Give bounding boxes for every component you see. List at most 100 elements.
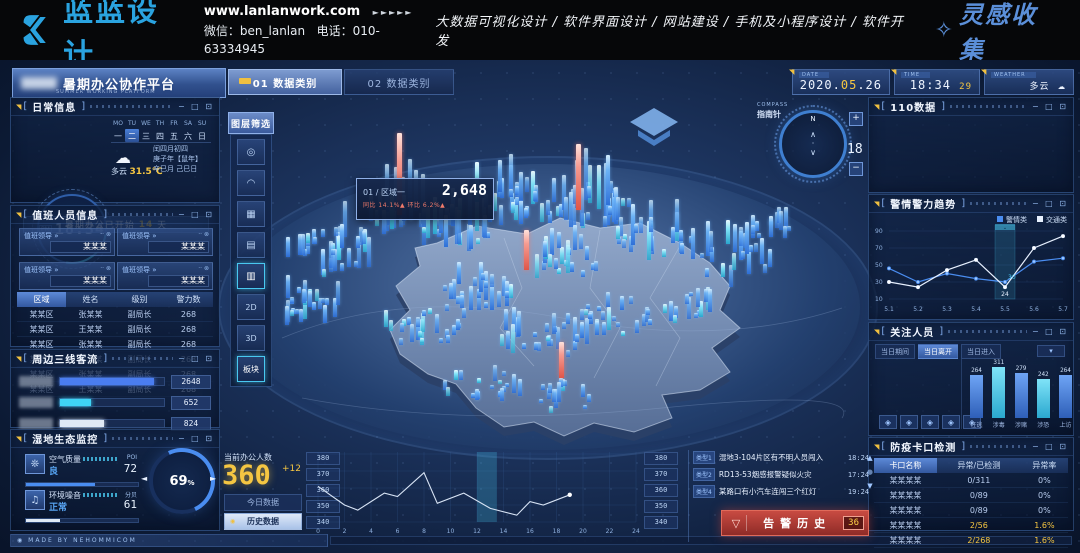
svg-text:16: 16: [526, 528, 534, 535]
compass-ring[interactable]: N ∧·∨: [779, 110, 847, 178]
weekday-cn[interactable]: 三: [139, 129, 153, 142]
checkpoint-col-header[interactable]: 异常/已检测: [937, 458, 1021, 473]
air-unit: POI: [127, 454, 137, 461]
office-count-value: 360: [222, 460, 271, 491]
window-icons[interactable]: − □ ⊡: [178, 210, 214, 219]
focus-bar: 242涉恐: [1035, 371, 1052, 429]
weekday-cn[interactable]: 日: [195, 129, 209, 142]
window-icons[interactable]: − □ ⊡: [178, 102, 214, 111]
layer-button-bar-chart[interactable]: ▥: [237, 263, 265, 289]
duty-card[interactable]: 值班领导 »·· ⊗某某某: [19, 262, 115, 290]
duty-card[interactable]: 值班领导 »·· ⊗某某某: [117, 228, 213, 256]
layer-button-cluster[interactable]: ▦: [237, 201, 265, 227]
inspiration-collect[interactable]: ✧ 灵感收集: [935, 0, 1060, 65]
svg-text:10: 10: [447, 528, 455, 535]
weekday-cn[interactable]: 五: [167, 129, 181, 142]
map-land[interactable]: [242, 168, 852, 458]
svg-text:8: 8: [422, 528, 426, 535]
traffic-bar-row: 652: [19, 395, 211, 410]
layer-button-3d[interactable]: 3D: [237, 325, 265, 351]
wechat-id: 微信：ben_lanlan: [204, 24, 305, 38]
window-icons[interactable]: − □ ⊡: [1032, 102, 1068, 111]
table-row[interactable]: 某某某某0/890%: [874, 488, 1068, 503]
duty-card[interactable]: 值班领导 »·· ⊗某某某: [117, 262, 213, 290]
traffic-bar-track: [59, 377, 165, 386]
layer-button-radar[interactable]: ◠: [237, 170, 265, 196]
zoom-out-button[interactable]: −: [849, 162, 863, 176]
compass-widget: COMPASS 指南针 N ∧·∨ + − 18: [755, 100, 867, 204]
history-data-button[interactable]: ◉历史数据: [224, 513, 302, 530]
duty-col-header[interactable]: 警力数: [164, 292, 213, 307]
window-icons[interactable]: − □ ⊡: [1032, 199, 1068, 208]
panel-duty-info: ◥[值班人员信息]− □ ⊡ 值班领导 »·· ⊗某某某值班领导 »·· ⊗某某…: [10, 205, 220, 347]
window-icons[interactable]: − □ ⊡: [1032, 327, 1068, 336]
table-row[interactable]: 某某区王某某副局长268: [17, 322, 213, 337]
focus-tab[interactable]: 当日期间: [875, 344, 915, 359]
checkpoint-col-header[interactable]: 卡口名称: [874, 458, 937, 473]
zoom-in-button[interactable]: +: [849, 112, 863, 126]
table-row[interactable]: 某某某某2/2681.6%: [874, 533, 1068, 548]
panel-checkpoint: ◥[防疫卡口检测]− □ ⊡ 卡口名称异常/已检测异常率某某某某0/3110%某…: [868, 437, 1074, 531]
layer-button-sector[interactable]: 板块: [237, 356, 265, 382]
focus-tab[interactable]: 当日离开: [918, 344, 958, 359]
alert-row[interactable]: 类型4某路口有小汽车连闯三个红灯19:24: [693, 484, 873, 499]
table-row[interactable]: 某某某某2/561.6%: [874, 518, 1068, 533]
weekday-cn[interactable]: 六: [181, 129, 195, 142]
tab-data-category-2[interactable]: 02 数据类别: [344, 69, 454, 95]
alert-count-badge: 36: [843, 516, 864, 530]
svg-text:14: 14: [500, 528, 508, 535]
compass-north: N: [810, 115, 815, 123]
scroll-up-icon[interactable]: ▲: [867, 454, 872, 462]
mini-icon-3[interactable]: ◈: [921, 415, 939, 429]
layer-button-location-pin[interactable]: ◎: [237, 139, 265, 165]
layer-button-2d[interactable]: 2D: [237, 294, 265, 320]
checkpoint-col-header[interactable]: 异常率: [1021, 458, 1068, 473]
map-tooltip[interactable]: 01 / 区域一 2,648 同比 14.1%▲ 环比 6.2%▲: [356, 178, 494, 220]
table-row[interactable]: 某某区张某某副局长268: [17, 307, 213, 322]
time-display: ◥TIME 18:34 29: [894, 69, 980, 95]
weekday-cn[interactable]: 二: [125, 129, 139, 142]
window-icons[interactable]: − □ ⊡: [178, 434, 214, 443]
scroll-down-icon[interactable]: ▼: [867, 482, 872, 490]
lunar-line: 辛巳月 己巳日: [153, 164, 202, 174]
mini-icon-1[interactable]: ◈: [879, 415, 897, 429]
duty-cards: 值班领导 »·· ⊗某某某值班领导 »·· ⊗某某某值班领导 »·· ⊗某某某值…: [19, 228, 211, 290]
alert-scrollbar[interactable]: ▲ ● ▼: [867, 454, 873, 490]
focus-bar-chart: 264在逃311涉毒279涉赌242涉恐264上访: [961, 359, 1074, 429]
panel-trend: ◥[警情警力趋势]− □ ⊡ 警情类交通类 9070503010⌄30245.1…: [868, 194, 1074, 320]
gauge-left-arrow[interactable]: ◄: [141, 474, 147, 483]
duty-col-header[interactable]: 姓名: [66, 292, 115, 307]
duty-card[interactable]: 值班领导 »·· ⊗某某某: [19, 228, 115, 256]
today-data-button[interactable]: 今日数据: [224, 494, 302, 511]
scroll-thumb[interactable]: ●: [867, 468, 873, 476]
panel-title: 防疫卡口检测: [890, 439, 956, 454]
alert-row[interactable]: 类型2RD13-53烟感报警疑似火灾17:24: [693, 467, 873, 482]
tab-data-category-1[interactable]: 01 数据类别: [228, 69, 342, 95]
alert-row[interactable]: 类型1湿地3-104片区有不明人员闯入18:24: [693, 450, 873, 465]
focus-dropdown[interactable]: ▾: [1037, 345, 1065, 357]
air-slider[interactable]: [25, 482, 139, 487]
layer-button-building[interactable]: ▤: [237, 232, 265, 258]
table-row[interactable]: 某某某某0/3110%: [874, 473, 1068, 488]
duty-col-header[interactable]: 级别: [115, 292, 164, 307]
layer-filter-title: 图层筛选: [228, 112, 274, 134]
mini-icon-4[interactable]: ◈: [942, 415, 960, 429]
svg-text:4: 4: [369, 528, 373, 535]
focus-tab[interactable]: 当日进入: [961, 344, 1001, 359]
mini-icon-2[interactable]: ◈: [900, 415, 918, 429]
weekday-en: SU: [195, 120, 209, 127]
alert-history-button[interactable]: ▽ 告警历史 36: [721, 510, 869, 536]
window-icons[interactable]: − □ ⊡: [178, 354, 214, 363]
site-header: 蓝蓝设计 www.lanlanwork.com ►►►►► 微信：ben_lan…: [0, 0, 1080, 60]
site-url[interactable]: www.lanlanwork.com: [204, 4, 360, 19]
focus-tabs: 当日期间当日离开当日进入: [875, 344, 1001, 359]
weekday-en: FR: [167, 120, 181, 127]
svg-text:24: 24: [1001, 291, 1009, 298]
duty-col-header[interactable]: 区域: [17, 292, 66, 307]
noise-slider[interactable]: [25, 518, 139, 523]
table-row[interactable]: 某某某某0/890%: [874, 503, 1068, 518]
gauge-right-arrow[interactable]: ►: [210, 474, 216, 483]
window-icons[interactable]: − □ ⊡: [1032, 442, 1068, 451]
weekday-cn[interactable]: 一: [111, 129, 125, 142]
weekday-cn[interactable]: 四: [153, 129, 167, 142]
